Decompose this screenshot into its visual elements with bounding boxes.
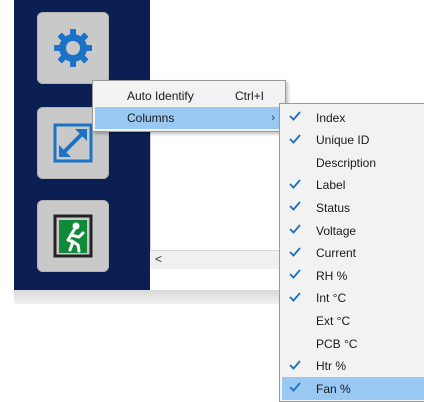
column-option[interactable]: Unique ID <box>282 129 424 152</box>
checkmark-icon <box>289 201 301 212</box>
column-option-label: RH % <box>316 268 348 283</box>
menu-item-label: Auto Identify <box>127 89 194 103</box>
checkmark-icon <box>289 179 301 189</box>
column-option[interactable]: RH % <box>282 264 424 287</box>
exit-button[interactable] <box>37 200 109 272</box>
settings-gear-icon <box>54 29 92 67</box>
menu-item-columns[interactable]: Columns › <box>95 107 283 129</box>
horizontal-scrollbar[interactable]: < <box>150 250 282 269</box>
column-option-label: Label <box>316 178 346 193</box>
column-option-label: Ext °C <box>316 313 351 328</box>
context-menu: Auto Identify Ctrl+I Columns › <box>92 80 286 132</box>
column-option[interactable]: Index <box>282 106 424 129</box>
column-option-label: Unique ID <box>316 133 370 148</box>
submenu-arrow-icon: › <box>271 112 275 124</box>
checkmark-icon <box>289 269 301 280</box>
checkmark-icon <box>289 134 301 144</box>
column-option-label: PCB °C <box>316 336 358 351</box>
column-option[interactable]: Fan % <box>282 377 424 401</box>
column-option[interactable]: PCB °C <box>282 332 424 355</box>
settings-button[interactable] <box>37 12 109 84</box>
expand-arrows-icon <box>53 123 93 163</box>
scroll-left-arrow[interactable]: < <box>155 252 162 266</box>
checkmark-icon <box>289 247 301 257</box>
column-option[interactable]: Current <box>282 242 424 265</box>
column-option[interactable]: Voltage <box>282 219 424 242</box>
column-option-label: Fan % <box>316 381 351 396</box>
checkmark-icon <box>289 382 301 393</box>
menu-item-shortcut: Ctrl+I <box>235 89 265 103</box>
column-option[interactable]: Int °C <box>282 287 424 310</box>
column-option[interactable]: Label <box>282 174 424 197</box>
checkmark-icon <box>289 292 301 302</box>
checkmark-icon <box>289 224 301 234</box>
checkmark-icon <box>289 360 301 370</box>
menu-item-auto-identify[interactable]: Auto Identify Ctrl+I <box>95 85 283 107</box>
column-option-label: Htr % <box>316 359 346 374</box>
column-option-label: Voltage <box>316 223 357 238</box>
status-strip <box>14 290 284 304</box>
menu-item-label: Columns <box>127 111 175 125</box>
columns-submenu: Index Unique ID Description Label Status Volt… <box>279 103 424 402</box>
column-option-label: Status <box>316 200 351 215</box>
column-option[interactable]: Htr % <box>282 355 424 378</box>
column-option-label: Int °C <box>316 291 347 306</box>
column-option-label: Description <box>316 155 377 170</box>
column-option-label: Current <box>316 246 357 261</box>
column-option-label: Index <box>316 110 346 125</box>
column-option[interactable]: Status <box>282 196 424 219</box>
exit-door-icon <box>53 214 93 258</box>
column-option[interactable]: Ext °C <box>282 309 424 332</box>
checkmark-icon <box>289 111 301 121</box>
column-option[interactable]: Description <box>282 151 424 174</box>
